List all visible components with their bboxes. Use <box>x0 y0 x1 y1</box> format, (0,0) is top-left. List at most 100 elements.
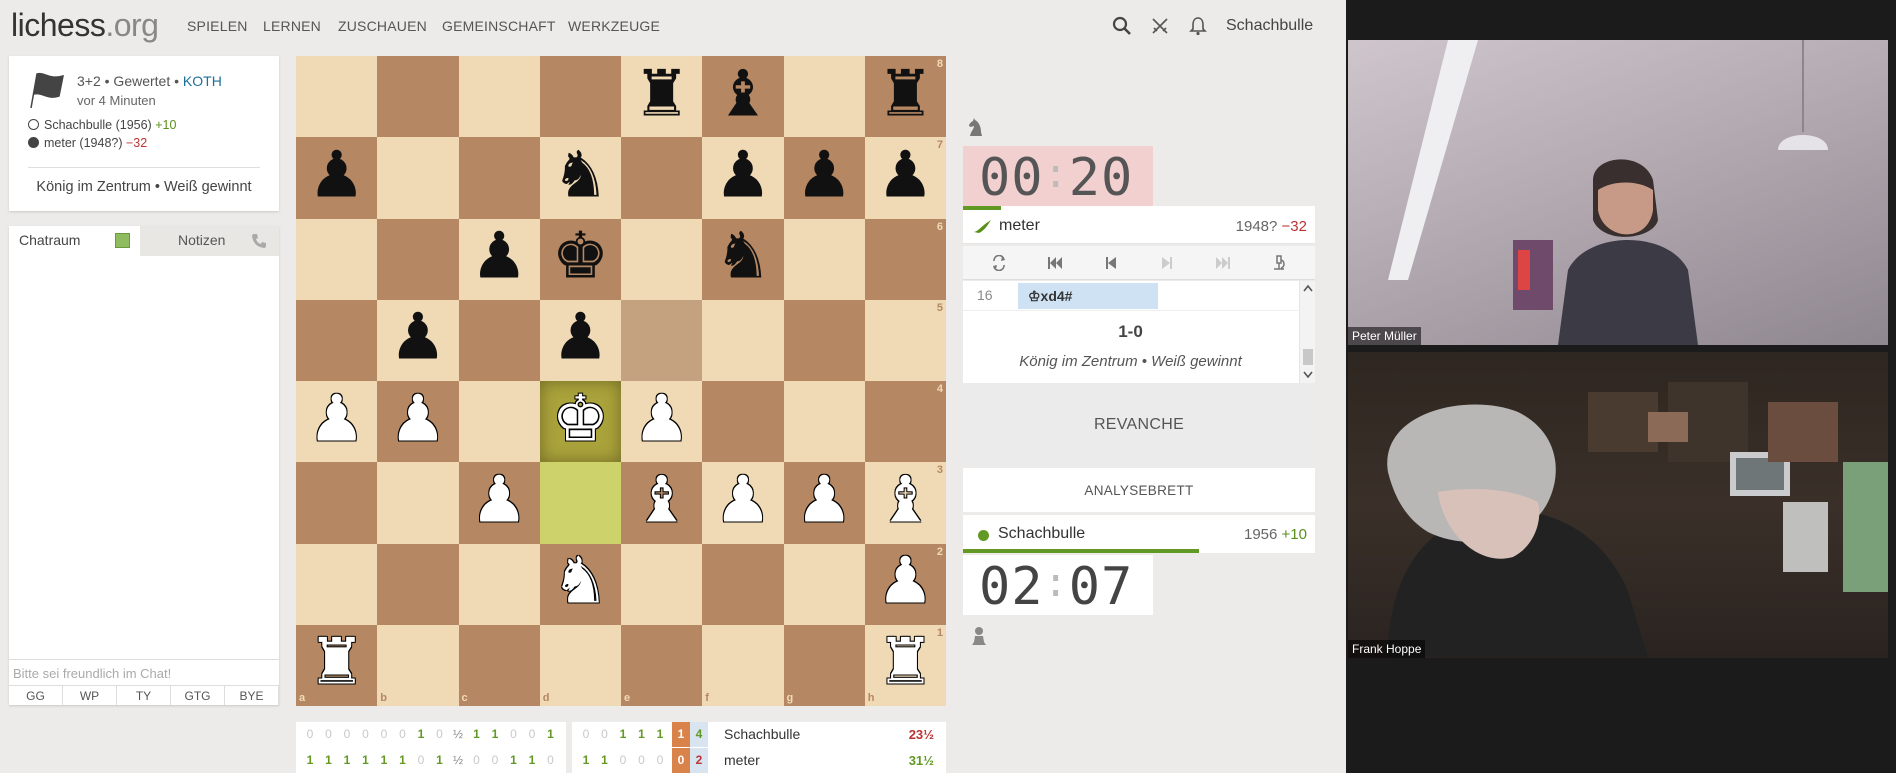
white-pawn-h2[interactable]: ♟ <box>877 550 934 614</box>
chat-toggle[interactable] <box>115 233 130 248</box>
crosstable-result[interactable]: 0 <box>338 727 356 741</box>
black-pawn-d5[interactable]: ♟ <box>552 306 609 370</box>
crosstable-result[interactable]: 1 <box>394 753 412 767</box>
white-pawn-f3[interactable]: ♟ <box>714 468 771 532</box>
square-e7[interactable] <box>621 137 703 219</box>
crosstable-result[interactable]: 0 <box>523 727 541 741</box>
square-b7[interactable] <box>377 137 459 219</box>
crosstable-last-result[interactable]: 1 <box>672 722 690 747</box>
chat-input[interactable]: Bitte sei freundlich im Chat! <box>9 659 279 685</box>
crosstable-result[interactable]: 0 <box>577 727 595 741</box>
square-c1[interactable]: c <box>458 624 540 706</box>
crosstable-result[interactable]: 0 <box>412 753 430 767</box>
crosstable-result[interactable]: 1 <box>375 753 393 767</box>
square-d3[interactable] <box>539 462 621 544</box>
crosstable-result[interactable]: 0 <box>633 753 651 767</box>
square-b2[interactable] <box>377 543 459 625</box>
preset-bye[interactable]: BYE <box>225 686 279 705</box>
crosstable-result[interactable]: 1 <box>301 753 319 767</box>
preset-wp[interactable]: WP <box>63 686 117 705</box>
bell-icon[interactable] <box>1188 16 1208 36</box>
rematch-button[interactable]: REVANCHE <box>963 384 1315 466</box>
white-bishop-e3[interactable]: ♝ <box>633 468 690 532</box>
preset-gtg[interactable]: GTG <box>171 686 225 705</box>
crosstable-player-name[interactable]: meter <box>724 752 760 768</box>
square-a4[interactable]: ♟ <box>296 381 378 463</box>
crosstable-result[interactable]: 1 <box>357 753 375 767</box>
black-bishop-f8[interactable]: ♝ <box>714 62 771 126</box>
move-san[interactable]: ♔xd4# <box>1018 283 1158 309</box>
preset-gg[interactable]: GG <box>9 686 63 705</box>
white-pawn-a4[interactable]: ♟ <box>308 387 365 451</box>
square-h1[interactable]: ♜ 1 h <box>864 624 946 706</box>
scroll-thumb[interactable] <box>1303 349 1313 365</box>
crosstable-result[interactable]: 1 <box>651 727 669 741</box>
black-knight-f6[interactable]: ♞ <box>714 225 771 289</box>
square-e2[interactable] <box>621 543 703 625</box>
crosstable-result[interactable]: 0 <box>375 727 393 741</box>
nav-zuschauen[interactable]: ZUSCHAUEN <box>338 18 427 34</box>
square-h3[interactable]: ♝ 3 <box>864 462 946 544</box>
crosstable-result[interactable]: 0 <box>431 727 449 741</box>
square-g2[interactable] <box>783 543 865 625</box>
white-knight-d2[interactable]: ♞ <box>552 550 609 614</box>
black-knight-d7[interactable]: ♞ <box>552 143 609 207</box>
site-logo[interactable]: lichess.org <box>11 7 159 44</box>
square-g4[interactable] <box>783 381 865 463</box>
square-c4[interactable] <box>458 381 540 463</box>
square-c6[interactable]: ♟ <box>458 218 540 300</box>
crosstable-result[interactable]: 0 <box>468 753 486 767</box>
square-a8[interactable] <box>296 56 378 138</box>
crosstable-result[interactable]: 0 <box>320 727 338 741</box>
search-icon[interactable] <box>1112 16 1132 36</box>
square-g8[interactable] <box>783 56 865 138</box>
square-d7[interactable]: ♞ <box>539 137 621 219</box>
crosstable-result[interactable]: ½ <box>449 753 467 767</box>
nav-gemeinschaft[interactable]: GEMEINSCHAFT <box>442 18 556 34</box>
square-h2[interactable]: ♟ 2 <box>864 543 946 625</box>
square-g7[interactable]: ♟ <box>783 137 865 219</box>
white-rook-a1[interactable]: ♜ <box>308 631 365 695</box>
crosstable-result[interactable]: 1 <box>338 753 356 767</box>
square-e3[interactable]: ♝ <box>621 462 703 544</box>
crosstable-result[interactable]: 1 <box>633 727 651 741</box>
crosstable-last-result[interactable]: 0 <box>672 748 690 773</box>
black-king-d6[interactable]: ♚ <box>552 225 609 289</box>
square-b4[interactable]: ♟ <box>377 381 459 463</box>
meta-white-player[interactable]: Schachbulle (1956) +10 <box>28 118 176 132</box>
square-a6[interactable] <box>296 218 378 300</box>
prev-move-button[interactable] <box>1097 251 1125 275</box>
white-pawn-e4[interactable]: ♟ <box>633 387 690 451</box>
square-c5[interactable] <box>458 299 540 381</box>
white-rook-h1[interactable]: ♜ <box>877 631 934 695</box>
square-f4[interactable] <box>702 381 784 463</box>
analysis-board-button[interactable]: ANALYSEBRETT <box>963 468 1315 512</box>
chess-board[interactable]: ♜ ♝ ♜ 8 ♟ ♞ ♟ ♟ ♟ 7 ♟ ♚ ♞ 6 ♟ ♟ 5 ♟ ♟ ♚ ♟ 4 ♟ ♝ ♟ ♟ ♝ 3 ♞ ♟ 2 ♜ a b c d e f g ♜… <box>296 56 946 706</box>
user-menu[interactable]: Schachbulle <box>1226 17 1313 35</box>
next-move-button[interactable] <box>1153 251 1181 275</box>
player-name[interactable]: Schachbulle <box>998 525 1085 543</box>
last-move-button[interactable] <box>1209 251 1237 275</box>
square-a3[interactable] <box>296 462 378 544</box>
square-h8[interactable]: ♜ 8 <box>864 56 946 138</box>
square-d4[interactable]: ♚ <box>539 381 621 463</box>
scroll-down-icon[interactable] <box>1303 371 1313 379</box>
crosstable-result[interactable]: 1 <box>577 753 595 767</box>
crosstable-result[interactable]: 1 <box>596 753 614 767</box>
square-b1[interactable]: b <box>377 624 459 706</box>
scroll-up-icon[interactable] <box>1303 284 1313 292</box>
white-pawn-c3[interactable]: ♟ <box>470 468 527 532</box>
square-f3[interactable]: ♟ <box>702 462 784 544</box>
square-e4[interactable]: ♟ <box>621 381 703 463</box>
square-e5[interactable] <box>621 299 703 381</box>
square-b5[interactable]: ♟ <box>377 299 459 381</box>
white-king-d4[interactable]: ♚ <box>552 387 609 451</box>
crosstable-result[interactable]: 0 <box>542 753 560 767</box>
square-a1[interactable]: ♜ a <box>296 624 378 706</box>
crosstable-result[interactable]: 1 <box>523 753 541 767</box>
black-pawn-b5[interactable]: ♟ <box>389 306 446 370</box>
crosstable-result[interactable]: 1 <box>468 727 486 741</box>
black-pawn-a7[interactable]: ♟ <box>308 143 365 207</box>
square-f8[interactable]: ♝ <box>702 56 784 138</box>
crosstable-result[interactable]: 1 <box>320 753 338 767</box>
